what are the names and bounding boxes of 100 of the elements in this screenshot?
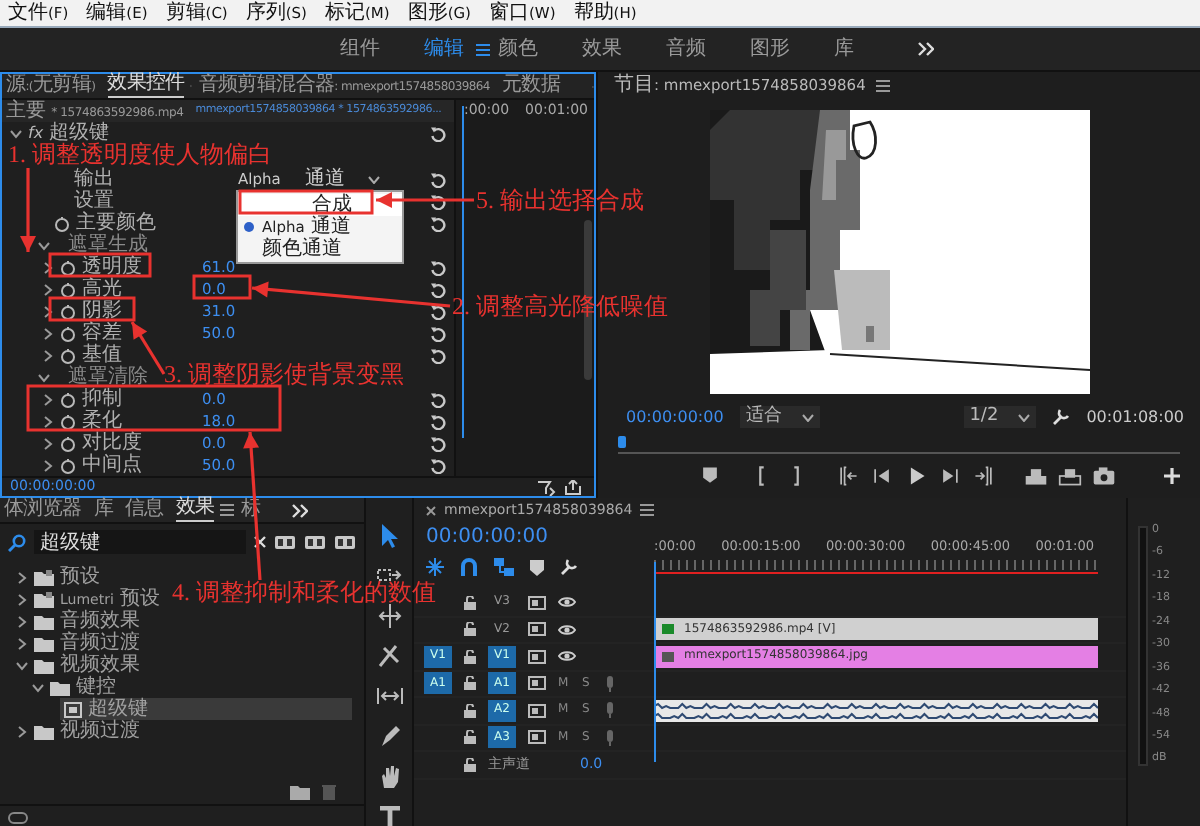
tree-item[interactable]: 预设 — [12, 566, 104, 588]
stepfwd-icon[interactable] — [938, 464, 962, 488]
workspace-tab[interactable]: 组件 — [340, 39, 380, 59]
sync-lock-icon[interactable] — [528, 676, 546, 691]
workspace-tab[interactable]: 库 — [834, 39, 854, 59]
razor-tool-icon[interactable] — [375, 642, 403, 670]
chevron-icon[interactable] — [42, 327, 54, 339]
sync-lock-icon[interactable] — [528, 703, 546, 718]
panel-tab[interactable]: 库 — [93, 499, 114, 521]
stopwatch-icon[interactable] — [60, 281, 76, 297]
snap-icon[interactable] — [460, 558, 478, 576]
panel-tab[interactable]: 体浏览器 — [4, 499, 82, 521]
wrench-icon[interactable] — [560, 558, 578, 576]
filter-badge-icon[interactable] — [274, 534, 296, 550]
marker-icon[interactable] — [698, 464, 722, 488]
workspace-tab[interactable]: 编辑 — [424, 39, 464, 59]
add-icon[interactable] — [1164, 468, 1180, 484]
chevron-icon[interactable] — [16, 725, 28, 737]
chevron-icon[interactable] — [10, 127, 22, 139]
chevron-icon[interactable] — [42, 437, 54, 449]
linked-selection-icon[interactable] — [494, 558, 514, 576]
camera-icon[interactable] — [1092, 464, 1116, 488]
close-icon[interactable] — [426, 505, 436, 515]
microphone-icon[interactable] — [606, 729, 614, 746]
audio-clip[interactable] — [654, 699, 1098, 722]
microphone-icon[interactable] — [606, 702, 614, 719]
wrench-icon[interactable] — [1052, 408, 1071, 426]
workspace-tab[interactable]: 效果 — [582, 39, 622, 59]
lock-icon[interactable] — [464, 730, 476, 745]
panel-tab[interactable]: 元数据 — [501, 75, 561, 97]
chevron-icon[interactable] — [32, 681, 44, 693]
stopwatch-icon[interactable] — [60, 259, 76, 275]
lock-icon[interactable] — [464, 649, 476, 664]
tree-item[interactable]: 键控 — [28, 676, 120, 698]
marker-icon[interactable] — [530, 559, 544, 575]
chevron-icon[interactable] — [42, 459, 54, 471]
panel-tab[interactable]: 效果控件 — [107, 74, 185, 98]
timecode[interactable]: 00:00:00:00 — [426, 528, 654, 548]
tree-item[interactable]: 视频过渡 — [12, 720, 144, 742]
panel-tab[interactable]: 信息 — [125, 499, 164, 521]
chevron-icon[interactable] — [38, 239, 50, 251]
chevron-icon[interactable] — [16, 593, 28, 605]
tree-item[interactable]: 音频过渡 — [12, 632, 144, 654]
search-field[interactable]: 超级键 — [34, 530, 246, 554]
stopwatch-icon[interactable] — [60, 325, 76, 341]
chevron-icon[interactable] — [42, 305, 54, 317]
reset-icon[interactable] — [430, 125, 446, 141]
link-icon[interactable] — [8, 812, 28, 824]
playhead[interactable] — [618, 436, 626, 448]
sync-lock-icon[interactable] — [528, 730, 546, 745]
lock-icon[interactable] — [464, 757, 476, 772]
eye-icon[interactable] — [558, 596, 576, 609]
eye-icon[interactable] — [558, 650, 576, 663]
chevron-icon[interactable] — [16, 637, 28, 649]
slip-tool-icon[interactable] — [375, 682, 403, 710]
insert-icon[interactable] — [1024, 464, 1048, 488]
workspace-tab[interactable]: 颜色 — [498, 39, 538, 59]
chevron-icon[interactable] — [16, 571, 28, 583]
chevron-icon[interactable] — [38, 371, 50, 383]
stopwatch-icon[interactable] — [60, 457, 76, 473]
goout-icon[interactable] — [972, 464, 996, 488]
chevron-icon[interactable] — [42, 349, 54, 361]
tree-item[interactable]: 视频效果 — [12, 654, 144, 676]
microphone-icon[interactable] — [606, 675, 614, 692]
sync-lock-icon[interactable] — [528, 595, 546, 610]
stopwatch-icon[interactable] — [60, 435, 76, 451]
ripple-tool-icon[interactable] — [375, 602, 403, 630]
timecode[interactable]: 00:00:00:00 — [626, 409, 724, 425]
lock-icon[interactable] — [464, 622, 476, 637]
type-tool-icon[interactable] — [375, 802, 403, 826]
workspace-tab[interactable]: 音频 — [666, 39, 706, 59]
zoom-dropdown[interactable]: 适合 — [739, 406, 820, 428]
clear-icon[interactable] — [254, 536, 266, 548]
stopwatch-icon[interactable] — [60, 303, 76, 319]
tree-item[interactable]: 超级键 — [60, 698, 352, 720]
filter-icon[interactable] — [538, 479, 556, 495]
panel-tab[interactable]: 效果 — [175, 498, 215, 522]
stopwatch-icon[interactable] — [60, 391, 76, 407]
sync-lock-icon[interactable] — [528, 622, 546, 637]
lock-icon[interactable] — [464, 676, 476, 691]
resolution-dropdown[interactable]: 1/2 — [963, 406, 1037, 428]
export-icon[interactable] — [564, 479, 582, 495]
workspace-tab[interactable]: 图形 — [750, 39, 790, 59]
filter-badge-icon[interactable] — [334, 534, 356, 550]
eye-icon[interactable] — [558, 623, 576, 636]
tree-item[interactable]: 音频效果 — [12, 610, 144, 632]
lock-icon[interactable] — [464, 595, 476, 610]
new-folder-icon[interactable] — [290, 784, 310, 800]
goin-icon[interactable] — [836, 464, 860, 488]
lock-icon[interactable] — [464, 703, 476, 718]
overwrite-icon[interactable] — [1058, 464, 1082, 488]
chevron-icon[interactable] — [42, 283, 54, 295]
chevron-icon[interactable] — [42, 393, 54, 405]
filter-badge-icon[interactable] — [304, 534, 326, 550]
stopwatch-icon[interactable] — [60, 347, 76, 363]
chevron-icon[interactable] — [16, 659, 28, 671]
nest-icon[interactable] — [426, 558, 444, 576]
chevron-icon[interactable] — [16, 615, 28, 627]
menu-option[interactable]: 颜色通道 — [238, 238, 402, 260]
stepback-icon[interactable] — [870, 464, 894, 488]
